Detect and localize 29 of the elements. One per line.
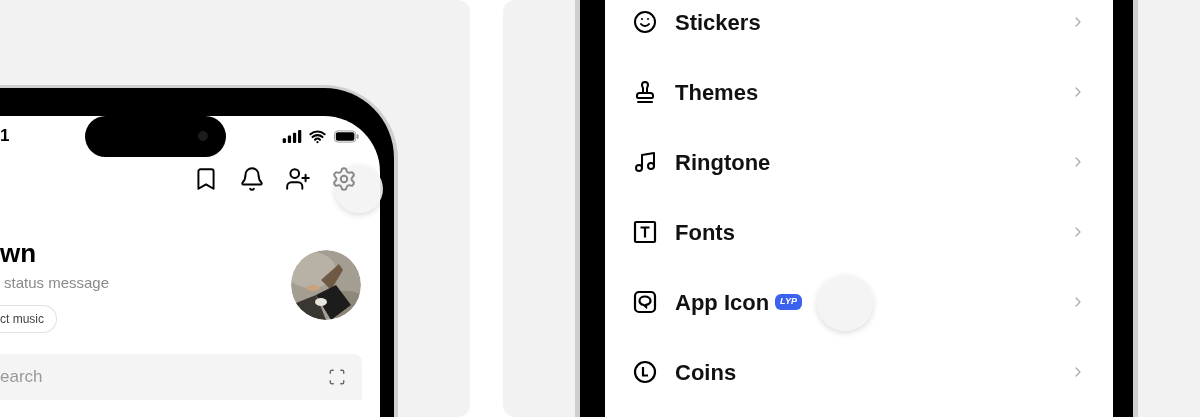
stamp-icon [633,80,657,104]
menu-item[interactable]: Themes [633,57,1086,127]
menu-item[interactable]: Fonts [633,197,1086,267]
menu-item-label: Stickers [675,8,761,37]
menu-item-label: App Icon [675,288,770,317]
wifi-icon [308,127,327,145]
menu-item[interactable]: Ringtone [633,127,1086,197]
text-box-icon [633,220,657,244]
new-badge: LYP [775,294,802,310]
battery-icon [333,129,360,143]
menu-item-label: Ringtone [675,148,771,177]
bell-icon[interactable] [239,166,265,192]
signal-icon [282,129,302,143]
status-message: status message [4,273,110,293]
menu-item[interactable]: Stickers [633,0,1086,57]
menu-item-label: Coins [675,358,737,387]
menu-item[interactable]: Coins [633,337,1086,407]
settings-icon[interactable] [331,166,357,192]
search-placeholder: earch [0,365,43,388]
add-friend-icon[interactable] [285,166,311,192]
profile-name: wn [0,238,38,268]
menu-item-label: Themes [675,78,759,107]
status-time: 1 [0,125,11,148]
smiley-icon [633,10,657,34]
coin-icon [633,360,657,384]
music-note-icon [633,150,657,174]
speech-bubble-icon [633,290,657,314]
scan-icon[interactable] [328,367,346,386]
menu-item-label: Fonts [675,218,735,247]
